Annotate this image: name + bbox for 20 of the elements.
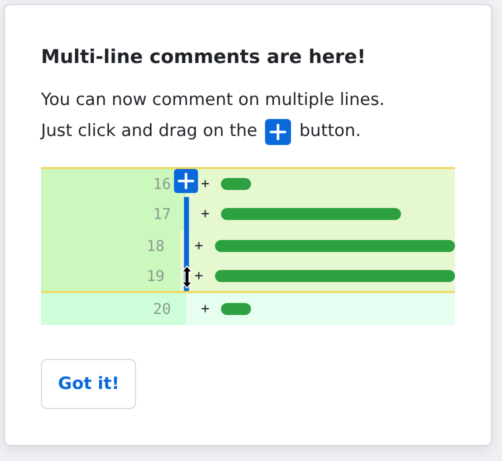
plus-icon	[265, 118, 292, 144]
description-text: Just click and drag on the	[41, 120, 258, 143]
got-it-button[interactable]: Got it!	[41, 358, 136, 408]
line-number: 19	[146, 267, 165, 286]
line-number: 16	[152, 174, 171, 193]
popover-title: Multi-line comments are here!	[41, 45, 367, 70]
diff-sign: +	[194, 238, 203, 254]
description-text: button.	[299, 120, 361, 143]
description-text: You can now comment on multiple lines.	[41, 89, 386, 112]
diff-sign: +	[201, 300, 210, 317]
line-number: 20	[152, 300, 171, 318]
code-bar	[221, 302, 252, 315]
diff-sign: +	[201, 206, 210, 222]
diff-sign: +	[201, 176, 210, 192]
line-number: 17	[152, 205, 171, 224]
code-bar	[221, 178, 252, 190]
add-comment-icon[interactable]	[174, 169, 198, 193]
line-number: 18	[146, 236, 165, 255]
diff-sign: +	[194, 268, 203, 284]
resize-cursor-icon	[181, 264, 193, 288]
